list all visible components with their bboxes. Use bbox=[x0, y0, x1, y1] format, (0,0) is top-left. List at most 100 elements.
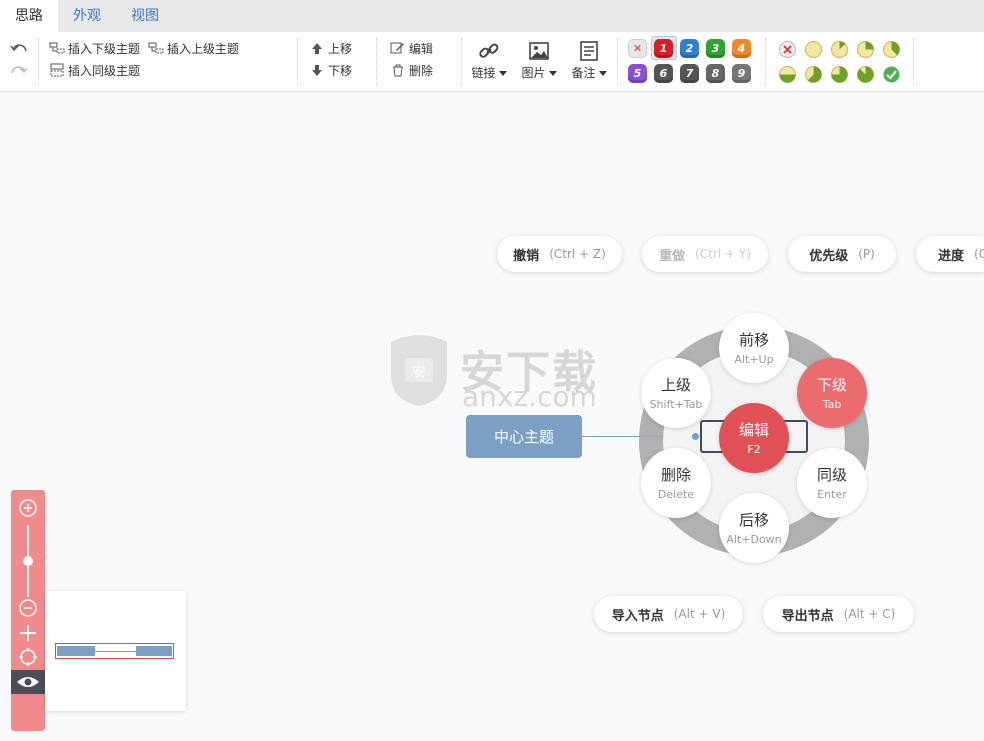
locate-icon[interactable] bbox=[18, 647, 38, 667]
arrow-up-icon bbox=[312, 43, 322, 54]
edit-node-button[interactable]: 编辑 F2 bbox=[719, 403, 789, 473]
delete-node-key: Delete bbox=[657, 488, 695, 501]
minimap-viewport[interactable] bbox=[55, 643, 174, 659]
tab-appearance[interactable]: 外观 bbox=[58, 0, 116, 32]
priority-5[interactable]: 5 bbox=[628, 64, 647, 83]
pencil-icon bbox=[390, 42, 404, 54]
import-node-action[interactable]: 导入节点 (Alt + V) bbox=[594, 596, 743, 632]
chevron-down-icon bbox=[498, 71, 507, 76]
progress-remove-icon[interactable] bbox=[778, 40, 797, 59]
chevron-down-icon bbox=[598, 71, 607, 76]
child-level-button[interactable]: 下级 Tab bbox=[797, 358, 867, 428]
priority-4[interactable]: 4 bbox=[732, 39, 751, 58]
move-down-button[interactable]: 下移 bbox=[309, 61, 352, 81]
minimap[interactable] bbox=[45, 591, 186, 711]
undo-icon[interactable] bbox=[9, 40, 29, 58]
redo-action[interactable]: 重做 (Ctrl + Y) bbox=[642, 236, 768, 272]
progress-done-icon[interactable] bbox=[882, 65, 901, 84]
progress-action[interactable]: 进度 (G) bbox=[916, 236, 984, 272]
parent-level-button[interactable]: 上级 Shift+Tab bbox=[641, 358, 711, 428]
child-level-label: 下级 bbox=[816, 376, 847, 394]
move-up-label: 上移 bbox=[328, 42, 353, 56]
move-back-button[interactable]: 后移 Alt+Down bbox=[719, 493, 789, 563]
priority-8[interactable]: 8 bbox=[706, 64, 725, 83]
progress-5-icon[interactable] bbox=[804, 65, 823, 84]
priority-2[interactable]: 2 bbox=[680, 39, 699, 58]
tab-thinking[interactable]: 思路 bbox=[0, 0, 58, 32]
sibling-level-button[interactable]: 同级 Enter bbox=[797, 448, 867, 518]
link-button[interactable]: 链接 bbox=[469, 38, 509, 86]
watermark-subtext: anxz.com bbox=[462, 380, 597, 413]
progress-4-icon[interactable] bbox=[778, 65, 797, 84]
export-node-action[interactable]: 导出节点 (Alt + C) bbox=[763, 596, 914, 632]
progress-2-icon[interactable] bbox=[856, 40, 875, 59]
minimap-connector bbox=[95, 651, 136, 652]
tab-view[interactable]: 视图 bbox=[116, 0, 174, 32]
insert-parent-label: 插入上级主题 bbox=[167, 42, 240, 56]
link-label: 链接 bbox=[471, 66, 496, 80]
progress-1-icon[interactable] bbox=[830, 40, 849, 59]
separator bbox=[617, 38, 618, 86]
insert-child-label: 插入下级主题 bbox=[68, 42, 141, 56]
move-down-label: 下移 bbox=[328, 64, 353, 78]
delete-node-label: 删除 bbox=[660, 466, 691, 484]
priority-action[interactable]: 优先级 (P) bbox=[788, 236, 896, 272]
move-up-button[interactable]: 上移 bbox=[309, 39, 352, 59]
move-back-key: Alt+Down bbox=[726, 533, 782, 546]
insert-parent-button[interactable]: 插入上级主题 bbox=[148, 39, 239, 59]
priority-7[interactable]: 7 bbox=[680, 64, 699, 83]
delete-node-button[interactable]: 删除 Delete bbox=[641, 448, 711, 518]
progress-shortcut: (G) bbox=[974, 247, 984, 261]
redo-icon[interactable] bbox=[9, 62, 29, 80]
priority-6[interactable]: 6 bbox=[654, 64, 673, 83]
zoom-slider-handle[interactable] bbox=[23, 556, 33, 566]
progress-6-icon[interactable] bbox=[830, 65, 849, 84]
undo-shortcut: (Ctrl + Z) bbox=[549, 247, 606, 261]
edit-node-key: F2 bbox=[747, 443, 761, 456]
progress-3-icon[interactable] bbox=[882, 40, 901, 59]
redo-action-label: 重做 bbox=[659, 248, 686, 264]
minimap-node bbox=[57, 646, 95, 656]
shield-logo-icon: 安 bbox=[391, 335, 447, 406]
image-button[interactable]: 图片 bbox=[519, 38, 559, 86]
center-topic-node[interactable]: 中心主题 bbox=[466, 415, 582, 458]
insert-sibling-button[interactable]: 插入同级主题 bbox=[49, 61, 140, 81]
undo-action[interactable]: 撤销 (Ctrl + Z) bbox=[497, 236, 622, 272]
insert-sibling-label: 插入同级主题 bbox=[68, 64, 141, 78]
edit-node-label: 编辑 bbox=[738, 421, 769, 439]
zoom-in-icon[interactable] bbox=[18, 498, 38, 518]
connector-dot bbox=[692, 433, 699, 440]
zoom-out-icon[interactable] bbox=[18, 598, 38, 618]
tab-bar: 思路 外观 视图 bbox=[0, 0, 984, 32]
insert-child-icon bbox=[49, 42, 65, 54]
edit-button[interactable]: 编辑 bbox=[390, 39, 433, 59]
child-level-key: Tab bbox=[822, 398, 842, 411]
separator bbox=[765, 38, 766, 86]
priority-remove-icon[interactable]: ✕ bbox=[628, 39, 647, 58]
priority-3[interactable]: 3 bbox=[706, 39, 725, 58]
redo-shortcut: (Ctrl + Y) bbox=[695, 247, 751, 261]
arrow-down-icon bbox=[312, 65, 322, 76]
toolbar: 插入下级主题 插入上级主题 插入同级主题 上移 下移 编辑 删除 链接 图片 备… bbox=[0, 32, 984, 92]
separator bbox=[461, 38, 462, 86]
separator bbox=[38, 38, 39, 86]
image-icon bbox=[529, 42, 549, 60]
sibling-level-label: 同级 bbox=[816, 466, 847, 484]
undo-action-label: 撤销 bbox=[513, 248, 540, 264]
priority-action-label: 优先级 bbox=[809, 248, 849, 264]
edit-label: 编辑 bbox=[409, 42, 434, 56]
progress-7-icon[interactable] bbox=[856, 65, 875, 84]
progress-0-icon[interactable] bbox=[804, 40, 823, 59]
move-icon[interactable] bbox=[18, 623, 38, 643]
link-icon bbox=[479, 43, 499, 58]
move-front-button[interactable]: 前移 Alt+Up bbox=[719, 313, 789, 383]
separator bbox=[913, 38, 914, 86]
insert-child-button[interactable]: 插入下级主题 bbox=[49, 39, 140, 59]
note-button[interactable]: 备注 bbox=[569, 38, 609, 86]
move-front-key: Alt+Up bbox=[734, 353, 774, 366]
priority-1[interactable]: 1 bbox=[654, 39, 673, 58]
export-node-shortcut: (Alt + C) bbox=[843, 607, 896, 621]
navigator-toggle[interactable] bbox=[11, 670, 45, 694]
priority-9[interactable]: 9 bbox=[732, 64, 751, 83]
delete-button[interactable]: 删除 bbox=[390, 61, 433, 81]
